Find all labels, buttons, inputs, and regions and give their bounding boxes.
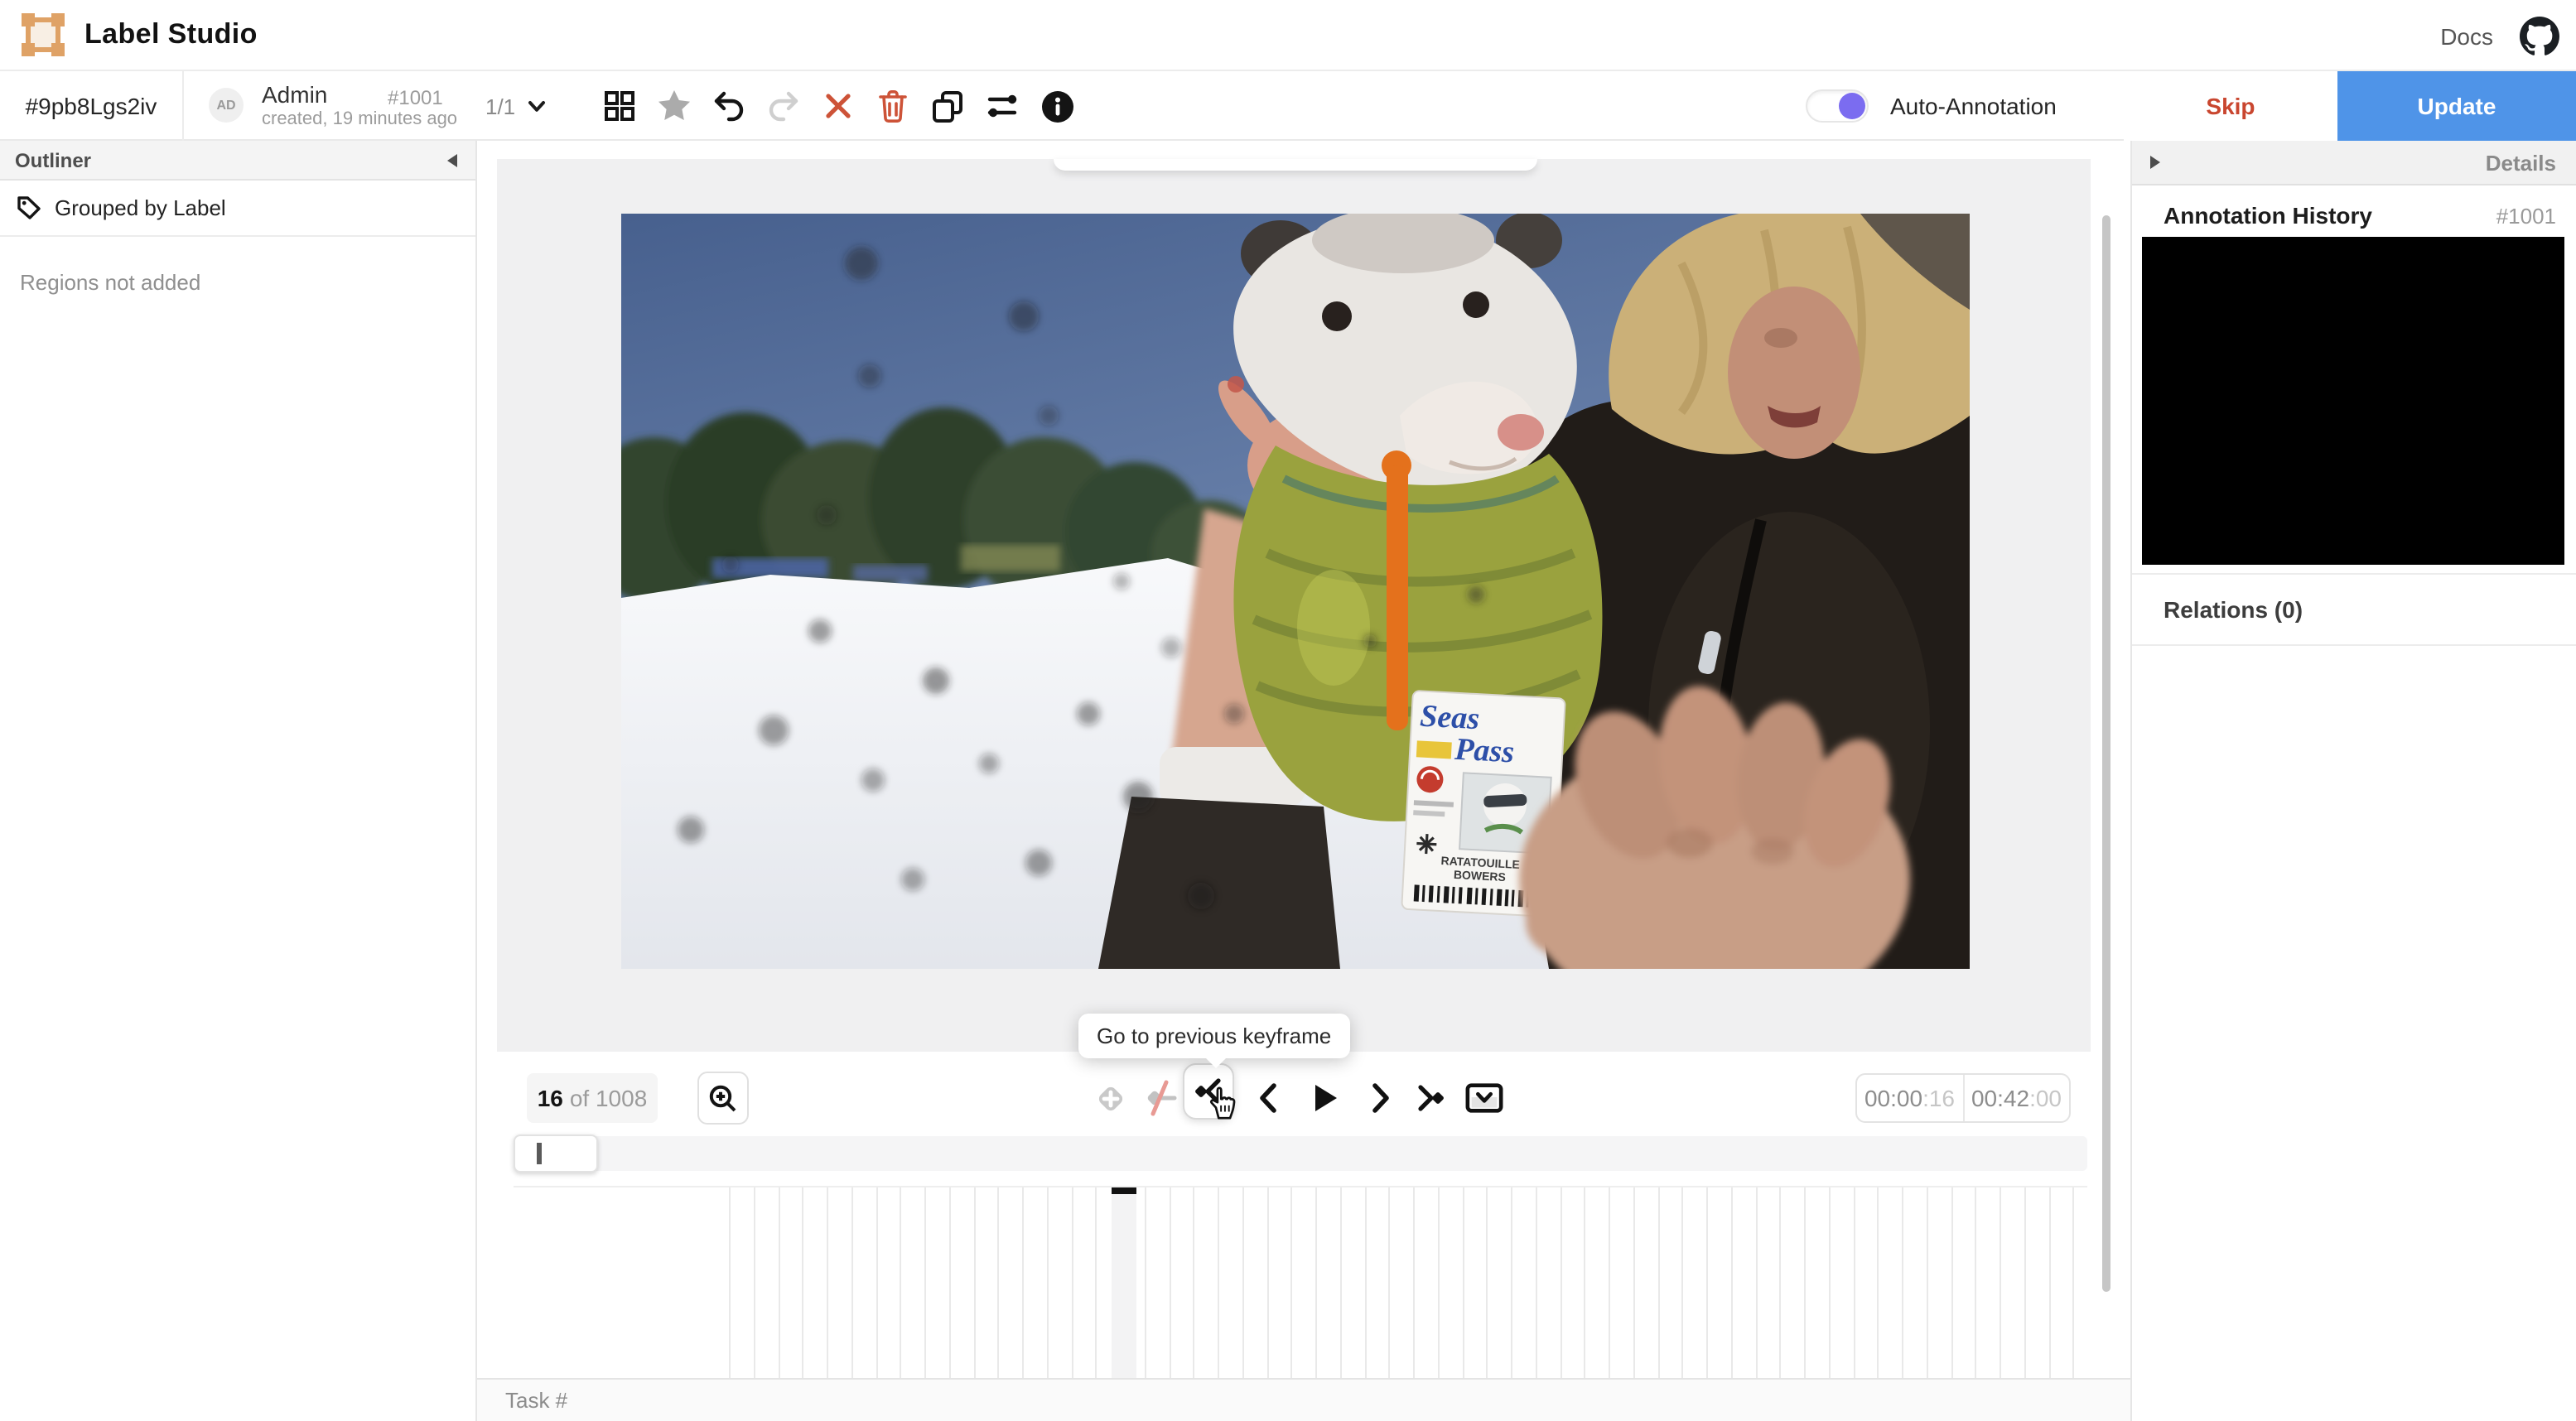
duration-time: 00:42 (1971, 1085, 2030, 1111)
main-scrollbar[interactable] (2102, 215, 2110, 1292)
previous-keyframe-button[interactable] (1183, 1063, 1236, 1120)
annotation-created-meta: created, 19 minutes ago (262, 109, 458, 129)
play-button[interactable] (1304, 1078, 1343, 1118)
skip-button[interactable]: Skip (2124, 71, 2337, 141)
toggle-interpolation-button[interactable] (1141, 1078, 1181, 1118)
duration-display: 00:42:00 (1962, 1075, 2069, 1121)
toolbar-icon-group (600, 71, 1077, 141)
divider (182, 71, 184, 141)
info-button[interactable] (1037, 86, 1077, 126)
duration-frames: :00 (2029, 1085, 2062, 1111)
docs-link[interactable]: Docs (2440, 22, 2493, 49)
main-content: Seas Pass RATATOUILLE BOWERS Go to previ… (477, 141, 2130, 1421)
label-studio-app: Label Studio Docs #9pb8Lgs2iv AD Admin c… (0, 0, 2576, 1421)
annotator-name: Admin (262, 81, 328, 108)
annotation-id: #1001 (388, 86, 443, 109)
pager-value: 1/1 (485, 94, 516, 118)
group-by-label-text: Grouped by Label (55, 195, 226, 220)
next-keyframe-button[interactable] (1410, 1078, 1450, 1118)
minimap-viewport-handle[interactable] (514, 1134, 598, 1173)
top-bar: Label Studio Docs (0, 0, 2576, 71)
ground-truth-star-button[interactable] (654, 86, 694, 126)
minimap-position-marker (537, 1143, 542, 1164)
frame-counter-input[interactable]: 16 of 1008 (527, 1073, 658, 1123)
total-frames: of 1008 (569, 1085, 648, 1111)
hand-cursor-icon (1204, 1083, 1242, 1121)
reject-cross-button[interactable] (818, 86, 858, 126)
add-keyframe-button[interactable] (1090, 1078, 1130, 1118)
duplicate-copy-button[interactable] (928, 86, 967, 126)
relations-title: Relations (0) (2164, 596, 2303, 623)
current-time-input[interactable]: 00:00:16 (1857, 1075, 1962, 1121)
annotation-history-title: Annotation History (2164, 202, 2372, 229)
time-display: 00:00:16 00:42:00 (1855, 1073, 2071, 1123)
update-button[interactable]: Update (2337, 71, 2576, 141)
github-icon[interactable] (2520, 16, 2559, 55)
redo-button[interactable] (764, 86, 803, 126)
timeline-minimap[interactable] (514, 1134, 2087, 1173)
delete-trash-button[interactable] (873, 86, 913, 126)
expand-panel-icon[interactable] (2147, 154, 2164, 171)
annotation-history-thumbnail (2142, 237, 2564, 565)
annotation-pager[interactable]: 1/1 (485, 71, 548, 141)
details-title: Details (2485, 150, 2556, 175)
current-frame: 16 (537, 1085, 563, 1111)
timeline-ruler[interactable] (514, 1186, 2087, 1378)
timeline-playhead[interactable] (1112, 1187, 1136, 1378)
previous-frame-button[interactable] (1249, 1078, 1289, 1118)
current-time-frames: :16 (1922, 1085, 1955, 1111)
auto-annotation-label: Auto-Annotation (1890, 93, 2057, 119)
timeline-zoom-button[interactable] (697, 1072, 749, 1125)
video-frame-art: Seas Pass RATATOUILLE BOWERS (621, 214, 1970, 969)
details-panel: Details Annotation History #1001 Relatio… (2130, 141, 2576, 1421)
brand: Label Studio (22, 13, 258, 56)
magnifier-plus-icon (707, 1082, 739, 1114)
outliner-panel: Outliner Grouped by Label Regions not ad… (0, 141, 477, 1421)
timeline-collapse-button[interactable] (1464, 1078, 1504, 1118)
relations-section-header[interactable]: Relations (0) (2132, 573, 2576, 646)
keyframe-tooltip: Go to previous keyframe (1078, 1014, 1350, 1068)
chevron-down-icon (525, 94, 548, 118)
annotation-toolbar: #9pb8Lgs2iv AD Admin created, 19 minutes… (0, 71, 2576, 141)
view-all-button[interactable] (600, 86, 639, 126)
regions-empty-message: Regions not added (20, 270, 201, 295)
timeline-footer: Task # (477, 1378, 2130, 1421)
task-id: #9pb8Lgs2iv (25, 93, 157, 119)
group-by-label-selector[interactable]: Grouped by Label (0, 181, 475, 237)
svg-text:BOWERS: BOWERS (1454, 868, 1507, 884)
settings-sliders-button[interactable] (982, 86, 1022, 126)
avatar: AD (209, 88, 244, 123)
next-frame-button[interactable] (1360, 1078, 1400, 1118)
svg-text:Pass: Pass (1453, 732, 1515, 770)
current-time: 00:00 (1864, 1085, 1923, 1111)
app-title: Label Studio (84, 18, 258, 50)
svg-text:Seas: Seas (1419, 699, 1480, 737)
label-studio-logo-icon (22, 13, 65, 56)
task-row-label: Task # (505, 1388, 568, 1413)
video-canvas[interactable]: Seas Pass RATATOUILLE BOWERS (621, 214, 1970, 969)
history-annotation-id: #1001 (2496, 203, 2556, 228)
outliner-title: Outliner (15, 148, 92, 171)
undo-button[interactable] (709, 86, 749, 126)
floating-panel-edge (1054, 159, 1537, 171)
collapse-panel-icon[interactable] (444, 152, 461, 168)
auto-annotation-toggle[interactable] (1806, 89, 1869, 123)
playhead-marker (1112, 1187, 1136, 1194)
toggle-knob (1839, 93, 1865, 119)
label-tag-icon (17, 195, 41, 220)
